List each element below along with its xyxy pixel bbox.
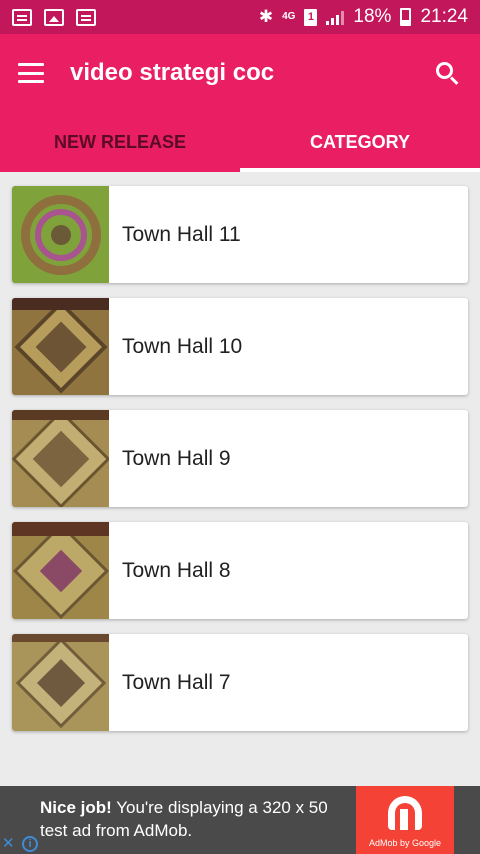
list-item[interactable]: Town Hall 10: [12, 298, 468, 395]
info-icon[interactable]: i: [22, 836, 38, 852]
network-type: 4G: [282, 11, 296, 22]
battery-icon: [400, 8, 412, 26]
system-icons: ✱ 4G 1 18% 21:24: [259, 6, 468, 28]
status-bar: ✱ 4G 1 18% 21:24: [0, 0, 480, 34]
category-list: Town Hall 11 Town Hall 10 Town Hall 9 To…: [12, 186, 468, 746]
ad-brand: AdMob by Google: [368, 838, 442, 848]
gallery-icon: [44, 8, 64, 26]
list-item-label: Town Hall 11: [122, 222, 241, 246]
bbm-icon: [12, 8, 32, 26]
list-item[interactable]: Town Hall 11: [12, 186, 468, 283]
ad-headline: Nice job!: [40, 798, 112, 817]
list-item-label: Town Hall 10: [122, 334, 243, 358]
tab-category[interactable]: CATEGORY: [240, 112, 480, 172]
list-item-label: Town Hall 8: [122, 558, 231, 582]
tab-new-release[interactable]: NEW RELEASE: [0, 112, 240, 172]
battery-percent: 18%: [353, 6, 392, 27]
notification-icons: [12, 8, 96, 26]
hamburger-menu-icon[interactable]: [18, 63, 44, 83]
sim-indicator: 1: [304, 8, 318, 26]
th7-base-thumbnail: [12, 634, 109, 731]
admob-icon: [388, 796, 422, 830]
th9-base-thumbnail: [12, 410, 109, 507]
th10-base-thumbnail: [12, 298, 109, 395]
app-toolbar: video strategi coc: [0, 34, 480, 112]
signal-icon: [326, 9, 345, 25]
list-item[interactable]: Town Hall 9: [12, 410, 468, 507]
clock: 21:24: [420, 6, 468, 27]
close-icon[interactable]: ✕: [2, 834, 15, 852]
th8-base-thumbnail: [12, 522, 109, 619]
ad-banner[interactable]: Nice job! You're displaying a 320 x 50 t…: [0, 786, 480, 854]
list-item-label: Town Hall 9: [122, 446, 231, 470]
app-title: video strategi coc: [70, 59, 275, 86]
th11-base-thumbnail: [12, 186, 109, 283]
list-item[interactable]: Town Hall 8: [12, 522, 468, 619]
admob-logo: AdMob by Google: [356, 786, 454, 854]
ad-text: Nice job! You're displaying a 320 x 50 t…: [40, 796, 350, 842]
list-item[interactable]: Town Hall 7: [12, 634, 468, 731]
bluetooth-icon: ✱: [258, 7, 274, 26]
tab-bar: NEW RELEASE CATEGORY: [0, 112, 480, 172]
list-item-label: Town Hall 7: [122, 670, 231, 694]
messenger-icon: [76, 8, 96, 26]
search-icon[interactable]: [432, 58, 462, 88]
